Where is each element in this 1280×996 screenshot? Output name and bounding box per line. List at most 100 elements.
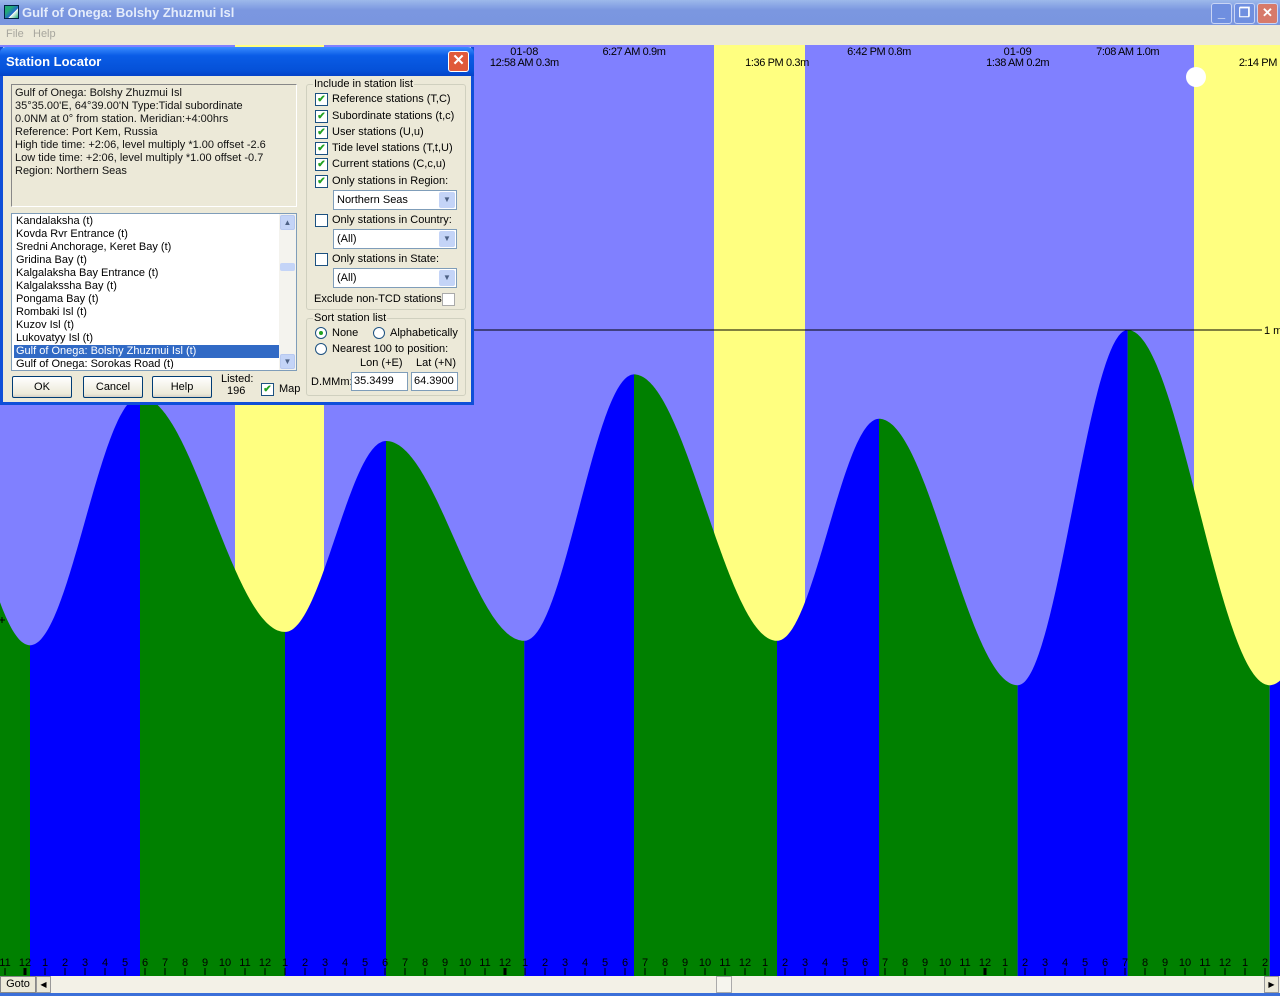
include-group-title: Include in station list xyxy=(313,78,415,90)
hour-tick-label: 10 xyxy=(219,957,231,969)
scroll-left-arrow-icon[interactable]: ◀ xyxy=(36,976,51,993)
list-item[interactable]: Pongama Bay (t) xyxy=(14,293,279,306)
app-icon xyxy=(4,5,19,19)
goto-button[interactable]: Goto xyxy=(0,976,36,993)
info-line: 0.0NM at 0° from station. Meridian:+4:00… xyxy=(15,113,229,125)
lon-input[interactable]: 35.3499 xyxy=(351,372,408,391)
reference-stations-checkbox[interactable]: ✔ xyxy=(315,93,328,106)
date-label: 01-09 xyxy=(1004,46,1032,58)
hour-tick-label: 8 xyxy=(662,957,668,969)
radio-label: Nearest 100 to position: xyxy=(332,343,449,355)
info-line: Low tide time: +2:06, level multiply *1.… xyxy=(15,152,264,164)
tide-level-stations-checkbox[interactable]: ✔ xyxy=(315,142,328,155)
region-select[interactable]: Northern Seas ▼ xyxy=(333,190,457,210)
subordinate-stations-checkbox[interactable]: ✔ xyxy=(315,110,328,123)
dialog-close-button[interactable]: ✕ xyxy=(448,51,469,72)
tide-event-label: 2:14 PM xyxy=(1239,57,1277,69)
minimize-button[interactable]: _ xyxy=(1211,3,1232,24)
info-line: Region: Northern Seas xyxy=(15,165,127,177)
state-select[interactable]: (All) ▼ xyxy=(333,268,457,288)
cancel-button[interactable]: Cancel xyxy=(83,376,143,398)
hour-tick-label: 4 xyxy=(822,957,828,969)
checkbox-label: Tide level stations (T,t,U) xyxy=(332,142,453,154)
hour-tick-label: 3 xyxy=(322,957,328,969)
region-checkbox[interactable]: ✔ xyxy=(315,175,328,188)
checkbox-label: Only stations in Country: xyxy=(332,214,452,226)
user-stations-checkbox[interactable]: ✔ xyxy=(315,126,328,139)
hour-tick-label: 6 xyxy=(862,957,868,969)
moon-icon xyxy=(1186,67,1206,87)
info-line: Reference: Port Kem, Russia xyxy=(15,126,158,138)
dialog-title: Station Locator xyxy=(6,54,102,69)
exclude-label: Exclude non-TCD stations xyxy=(314,293,442,305)
hour-tick-label: 7 xyxy=(642,957,648,969)
hour-tick-label: 9 xyxy=(202,957,208,969)
hour-tick-label: 5 xyxy=(1082,957,1088,969)
scroll-up-icon[interactable]: ▲ xyxy=(280,215,295,230)
list-item[interactable]: Gridina Bay (t) xyxy=(14,254,279,267)
map-checkbox[interactable]: ✔ xyxy=(261,383,274,396)
station-list[interactable]: Kandalaksha (t) Kovda Rvr Entrance (t) S… xyxy=(11,213,297,371)
sort-alpha-radio[interactable] xyxy=(373,327,385,339)
hour-tick-label: 2 xyxy=(782,957,788,969)
reference-line-label: 1 m xyxy=(1264,325,1280,337)
list-item[interactable]: Lukovatyy Isl (t) xyxy=(14,332,279,345)
scroll-down-icon[interactable]: ▼ xyxy=(280,354,295,369)
radio-label: None xyxy=(332,327,359,339)
country-checkbox[interactable] xyxy=(315,214,328,227)
tide-event-label: 7:08 AM 1.0m xyxy=(1096,46,1159,58)
list-item[interactable]: Kalgalaksha Bay Entrance (t) xyxy=(14,267,279,280)
lat-label: Lat (+N) xyxy=(416,357,457,369)
country-select[interactable]: (All) ▼ xyxy=(333,229,457,249)
chevron-down-icon[interactable]: ▼ xyxy=(439,270,455,286)
hour-tick-label: 1 xyxy=(42,957,48,969)
list-item[interactable]: Rombaki Isl (t) xyxy=(14,306,279,319)
hour-tick-label: 2 xyxy=(302,957,308,969)
hour-tick-label: 2 xyxy=(62,957,68,969)
hour-tick-label: 6 xyxy=(382,957,388,969)
rising-tide-area xyxy=(1269,680,1280,976)
lat-input[interactable]: 64.3900 xyxy=(411,372,458,391)
time-scrollbar[interactable]: Goto ◀ ▶ xyxy=(0,976,1280,993)
dialog-title-bar: Station Locator ✕ xyxy=(0,47,474,76)
hour-tick-label: 3 xyxy=(562,957,568,969)
chevron-down-icon[interactable]: ▼ xyxy=(439,192,455,208)
list-item[interactable]: Kuzov Isl (t) xyxy=(14,319,279,332)
hour-tick-label: 9 xyxy=(1162,957,1168,969)
hour-tick-label: 11 xyxy=(239,957,250,969)
sort-none-radio[interactable] xyxy=(315,327,327,339)
station-locator-dialog: Station Locator ✕ Gulf of Onega: Bolshy … xyxy=(0,47,474,405)
hour-tick-label: 11 xyxy=(959,957,970,969)
scroll-right-arrow-icon[interactable]: ▶ xyxy=(1264,976,1279,993)
list-item[interactable]: Kandalaksha (t) xyxy=(14,215,279,228)
ok-button[interactable]: OK xyxy=(12,376,72,398)
menu-help[interactable]: Help xyxy=(33,28,56,40)
list-scroll-thumb[interactable] xyxy=(280,263,295,271)
hour-tick-label: 8 xyxy=(182,957,188,969)
list-item[interactable]: Kalgalakssha Bay (t) xyxy=(14,280,279,293)
list-item[interactable]: Gulf of Onega: Sorokas Road (t) xyxy=(14,358,279,369)
close-window-button[interactable]: ✕ xyxy=(1257,3,1278,24)
help-button[interactable]: Help xyxy=(152,376,212,398)
chevron-down-icon[interactable]: ▼ xyxy=(439,231,455,247)
hour-tick-label: 10 xyxy=(699,957,711,969)
current-stations-checkbox[interactable]: ✔ xyxy=(315,158,328,171)
menu-file[interactable]: File xyxy=(6,28,24,40)
list-item[interactable]: Sredni Anchorage, Keret Bay (t) xyxy=(14,241,279,254)
scroll-thumb[interactable] xyxy=(716,976,732,993)
hour-tick-label: 10 xyxy=(939,957,951,969)
hour-tick-label: 8 xyxy=(902,957,908,969)
sort-nearest-radio[interactable] xyxy=(315,343,327,355)
hour-tick-label: 9 xyxy=(442,957,448,969)
state-checkbox[interactable] xyxy=(315,253,328,266)
listed-count: 196 xyxy=(227,385,246,397)
checkbox-label: Only stations in State: xyxy=(332,253,439,265)
list-scrollbar[interactable]: ▲ ▼ xyxy=(279,214,296,370)
hour-tick-label: 4 xyxy=(102,957,108,969)
exclude-non-tcd-checkbox[interactable] xyxy=(442,293,455,306)
list-item[interactable]: Kovda Rvr Entrance (t) xyxy=(14,228,279,241)
restore-button[interactable]: ❐ xyxy=(1234,3,1255,24)
hour-tick-label: 3 xyxy=(802,957,808,969)
hour-tick-label: 4 xyxy=(342,957,348,969)
list-item-selected[interactable]: Gulf of Onega: Bolshy Zhuzmui Isl (t) xyxy=(14,345,279,358)
